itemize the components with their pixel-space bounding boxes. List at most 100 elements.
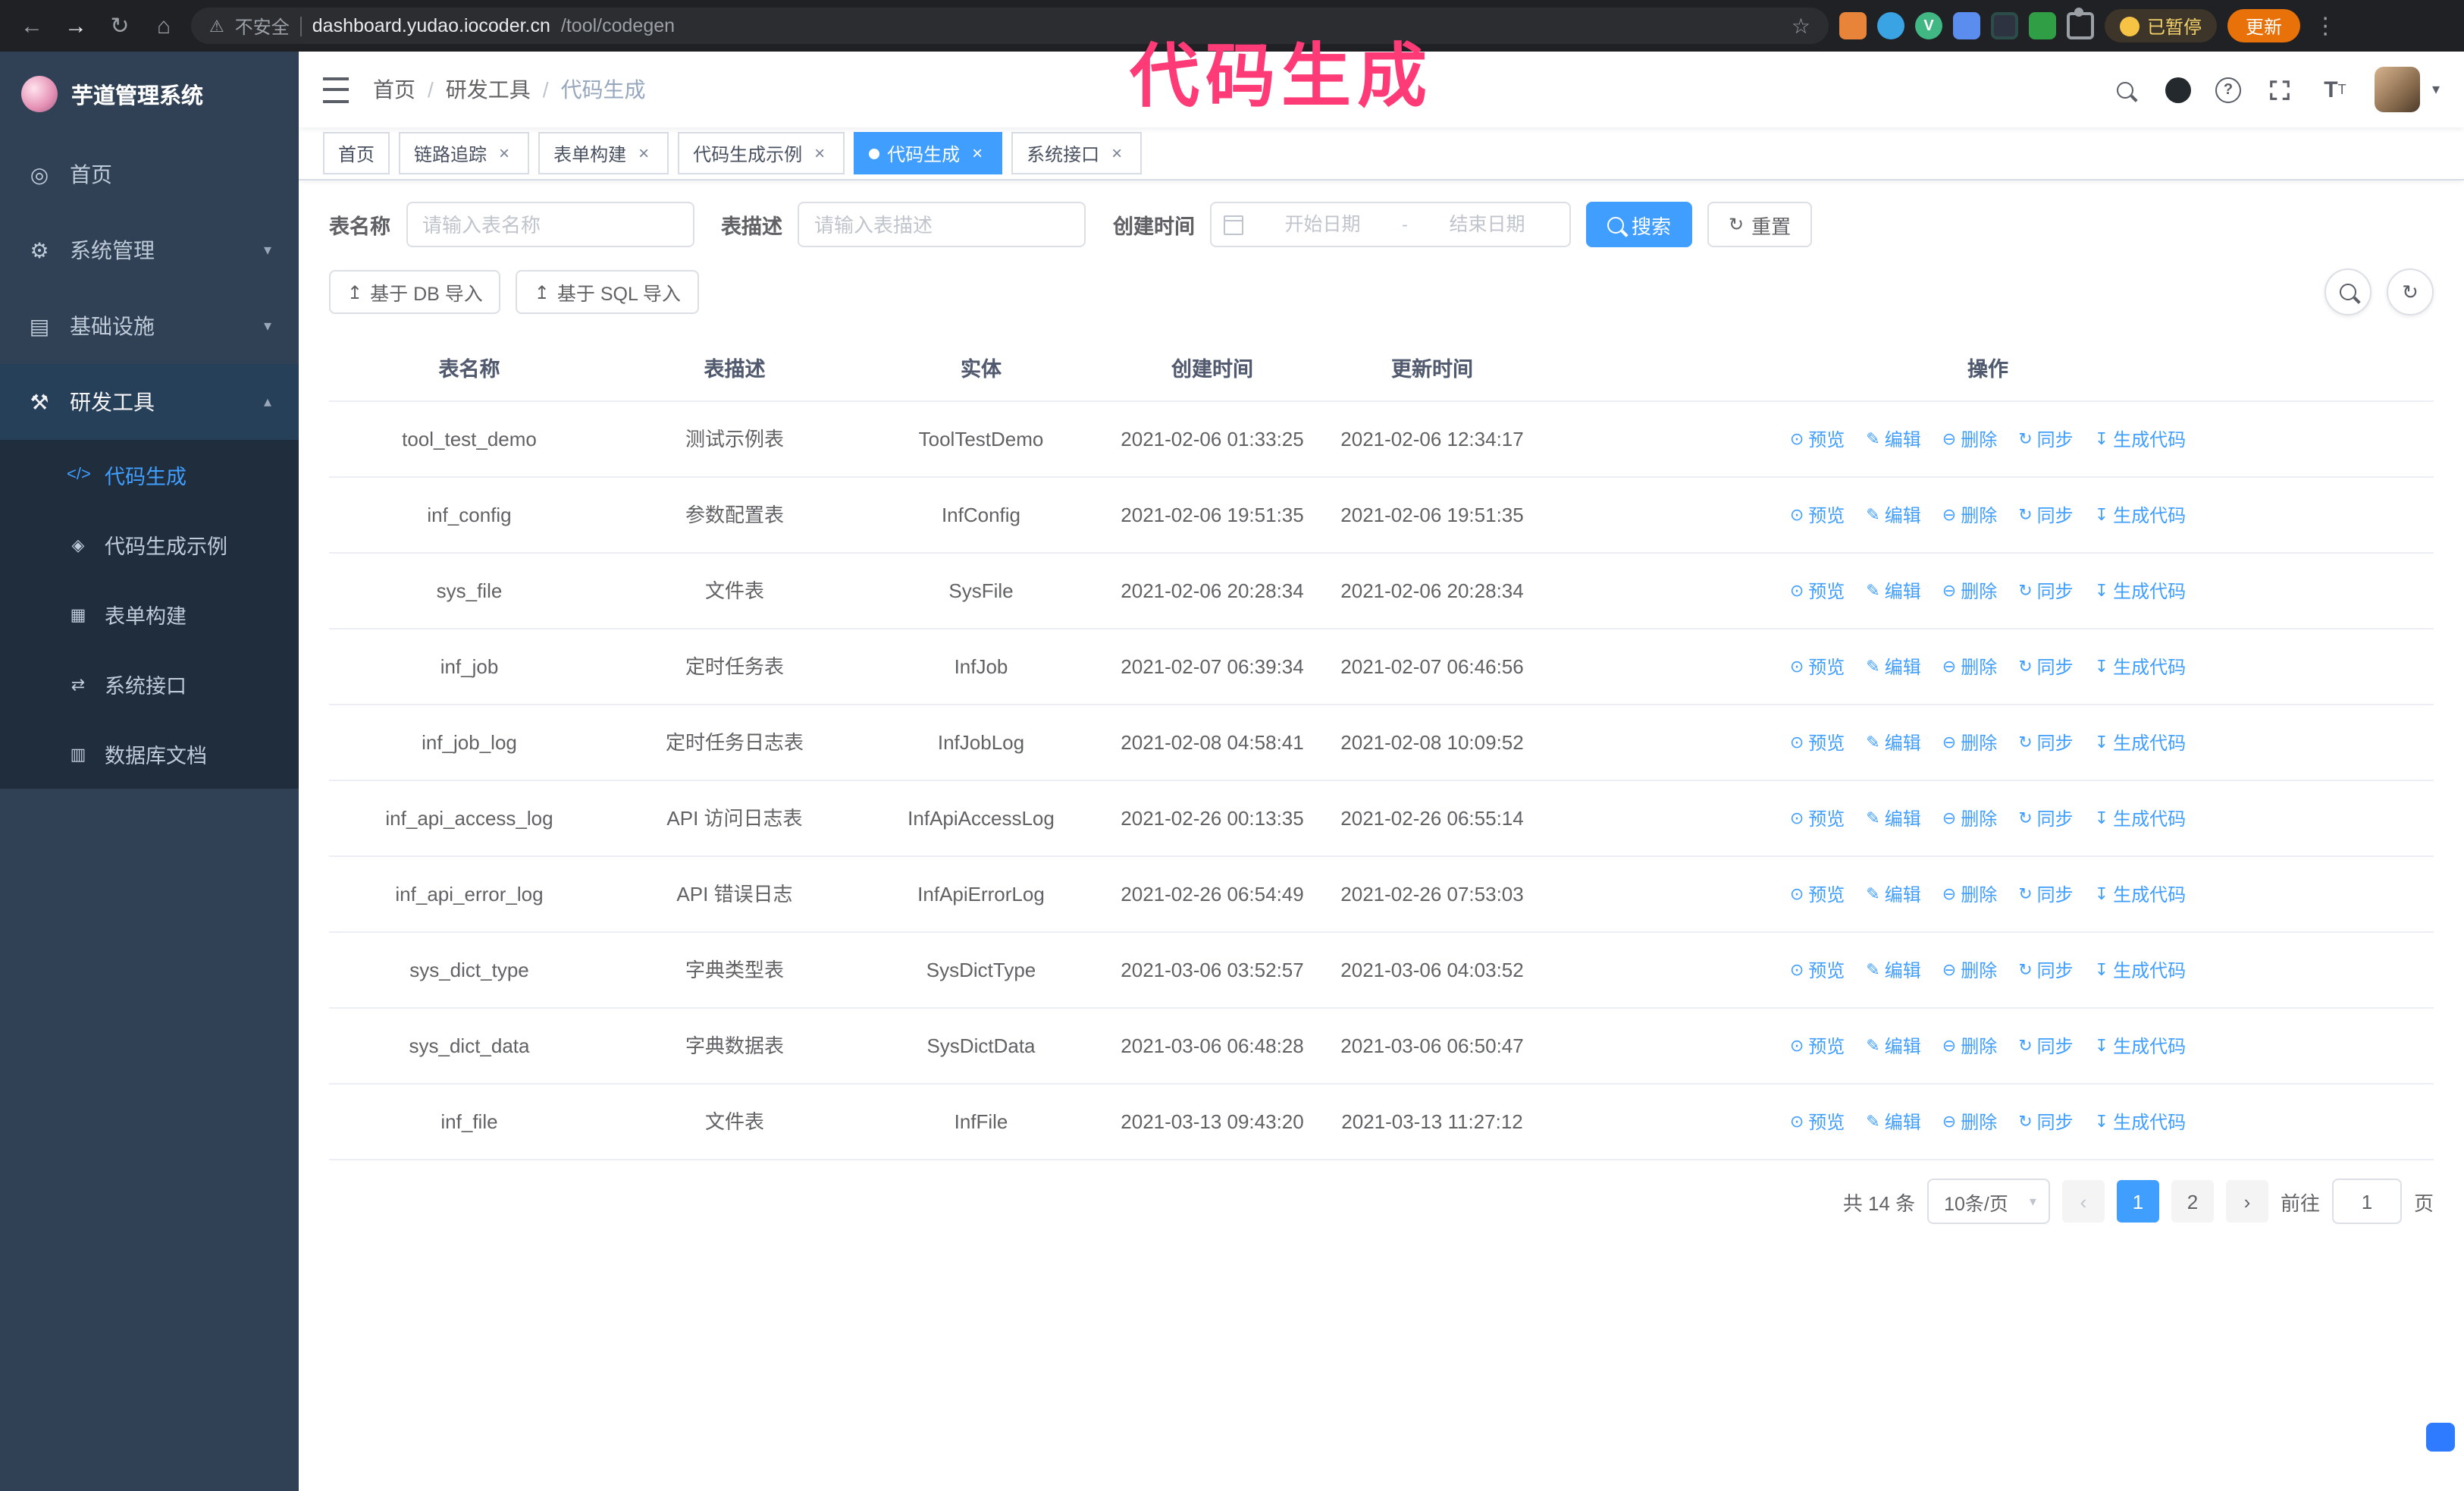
paused-badge[interactable]: 已暂停	[2105, 9, 2218, 42]
next-page-button[interactable]: ›	[2225, 1180, 2268, 1223]
security-label[interactable]: 不安全	[235, 13, 290, 39]
import-db-button[interactable]: ↥ 基于 DB 导入	[329, 270, 501, 314]
delete-action[interactable]: ⊖ 删除	[1942, 652, 1997, 683]
help-icon[interactable]: ?	[2215, 77, 2241, 102]
sync-action[interactable]: ↻ 同步	[2018, 501, 2073, 531]
table-name-input[interactable]	[406, 202, 694, 247]
fullscreen-icon[interactable]	[2265, 74, 2296, 105]
forward-icon[interactable]: →	[59, 9, 92, 42]
start-date-input[interactable]	[1252, 212, 1393, 237]
delete-action[interactable]: ⊖ 删除	[1942, 804, 1997, 834]
generate-code-action[interactable]: ↧ 生成代码	[2095, 804, 2186, 834]
goto-page-input[interactable]	[2331, 1179, 2402, 1224]
extension-icon-blue[interactable]	[1877, 12, 1904, 39]
sidebar-item-devtools[interactable]: ⚒ 研发工具 ▴	[0, 364, 299, 440]
close-icon[interactable]: ×	[634, 143, 654, 164]
hamburger-icon[interactable]	[323, 77, 349, 102]
edit-action[interactable]: ✎ 编辑	[1866, 576, 1920, 607]
close-icon[interactable]: ×	[967, 143, 987, 164]
fontsize-icon[interactable]: TT	[2320, 74, 2350, 105]
delete-action[interactable]: ⊖ 删除	[1942, 728, 1997, 758]
tab-home[interactable]: 首页	[323, 132, 390, 174]
edit-action[interactable]: ✎ 编辑	[1866, 652, 1920, 683]
reset-button[interactable]: ↻ 重置	[1707, 202, 1813, 247]
date-range-picker[interactable]: -	[1210, 202, 1571, 247]
sidebar-item-system[interactable]: ⚙ 系统管理 ▾	[0, 212, 299, 288]
extension-icon-people[interactable]	[1953, 12, 1980, 39]
sidebar-item-codegen[interactable]: </> 代码生成	[0, 440, 299, 510]
preview-action[interactable]: ⊙ 预览	[1790, 880, 1845, 910]
sync-action[interactable]: ↻ 同步	[2018, 804, 2073, 834]
delete-action[interactable]: ⊖ 删除	[1942, 425, 1997, 455]
extension-icon-green[interactable]	[2029, 12, 2056, 39]
preview-action[interactable]: ⊙ 预览	[1790, 501, 1845, 531]
preview-action[interactable]: ⊙ 预览	[1790, 804, 1845, 834]
edit-action[interactable]: ✎ 编辑	[1866, 880, 1920, 910]
tab-system-api[interactable]: 系统接口 ×	[1011, 132, 1143, 174]
generate-code-action[interactable]: ↧ 生成代码	[2095, 576, 2186, 607]
extension-icon-vue[interactable]: V	[1915, 12, 1942, 39]
tab-codegen-example[interactable]: 代码生成示例 ×	[678, 132, 845, 174]
sync-action[interactable]: ↻ 同步	[2018, 1107, 2073, 1138]
preview-action[interactable]: ⊙ 预览	[1790, 1031, 1845, 1062]
generate-code-action[interactable]: ↧ 生成代码	[2095, 501, 2186, 531]
delete-action[interactable]: ⊖ 删除	[1942, 956, 1997, 986]
update-button[interactable]: 更新	[2227, 9, 2301, 42]
menu-kebab-icon[interactable]: ⋮	[2311, 12, 2340, 39]
tab-codegen[interactable]: 代码生成 ×	[854, 132, 1003, 174]
refresh-table-button[interactable]: ↻	[2387, 268, 2434, 315]
table-desc-input[interactable]	[798, 202, 1086, 247]
preview-action[interactable]: ⊙ 预览	[1790, 1107, 1845, 1138]
page-size-select[interactable]: 10条/页 ▾	[1927, 1179, 2050, 1224]
generate-code-action[interactable]: ↧ 生成代码	[2095, 1107, 2186, 1138]
github-icon[interactable]	[2165, 77, 2191, 102]
page-button-1[interactable]: 1	[2116, 1180, 2159, 1223]
generate-code-action[interactable]: ↧ 生成代码	[2095, 1031, 2186, 1062]
sidebar-item-infra[interactable]: ▤ 基础设施 ▾	[0, 288, 299, 364]
generate-code-action[interactable]: ↧ 生成代码	[2095, 880, 2186, 910]
address-bar[interactable]: ⚠ 不安全 dashboard.yudao.iocoder.cn/tool/co…	[191, 8, 1829, 44]
sidebar-item-form-builder[interactable]: ▦ 表单构建	[0, 579, 299, 649]
edit-action[interactable]: ✎ 编辑	[1866, 728, 1920, 758]
search-button[interactable]: 搜索	[1586, 202, 1693, 247]
edit-action[interactable]: ✎ 编辑	[1866, 501, 1920, 531]
sync-action[interactable]: ↻ 同步	[2018, 1031, 2073, 1062]
delete-action[interactable]: ⊖ 删除	[1942, 501, 1997, 531]
delete-action[interactable]: ⊖ 删除	[1942, 1031, 1997, 1062]
sidebar-item-db-doc[interactable]: ▥ 数据库文档	[0, 719, 299, 789]
preview-action[interactable]: ⊙ 预览	[1790, 576, 1845, 607]
extensions-puzzle-icon[interactable]	[2067, 8, 2094, 39]
reload-icon[interactable]: ↻	[103, 9, 136, 42]
tab-tracing[interactable]: 链路追踪 ×	[399, 132, 530, 174]
close-icon[interactable]: ×	[1107, 143, 1127, 164]
page-button-2[interactable]: 2	[2171, 1180, 2214, 1223]
preview-action[interactable]: ⊙ 预览	[1790, 956, 1845, 986]
sync-action[interactable]: ↻ 同步	[2018, 576, 2073, 607]
sync-action[interactable]: ↻ 同步	[2018, 956, 2073, 986]
prev-page-button[interactable]: ‹	[2061, 1180, 2105, 1223]
extension-icon-orange[interactable]	[1839, 12, 1867, 39]
bookmark-star-icon[interactable]: ☆	[1792, 13, 1810, 39]
edit-action[interactable]: ✎ 编辑	[1866, 425, 1920, 455]
delete-action[interactable]: ⊖ 删除	[1942, 1107, 1997, 1138]
generate-code-action[interactable]: ↧ 生成代码	[2095, 728, 2186, 758]
sync-action[interactable]: ↻ 同步	[2018, 880, 2073, 910]
sidebar-item-system-api[interactable]: ⇄ 系统接口	[0, 649, 299, 719]
sync-action[interactable]: ↻ 同步	[2018, 652, 2073, 683]
import-sql-button[interactable]: ↥ 基于 SQL 导入	[516, 270, 699, 314]
back-icon[interactable]: ←	[15, 9, 49, 42]
float-widget[interactable]	[2426, 1423, 2455, 1452]
column-header-name[interactable]: 表名称	[329, 334, 610, 402]
toggle-search-button[interactable]	[2324, 268, 2372, 315]
preview-action[interactable]: ⊙ 预览	[1790, 652, 1845, 683]
edit-action[interactable]: ✎ 编辑	[1866, 1107, 1920, 1138]
avatar[interactable]	[2374, 67, 2420, 112]
sidebar-item-home[interactable]: ◎ 首页	[0, 137, 299, 212]
extension-icon-dark[interactable]	[1991, 12, 2018, 39]
column-header-updated[interactable]: 更新时间	[1322, 334, 1542, 402]
close-icon[interactable]: ×	[494, 143, 514, 164]
edit-action[interactable]: ✎ 编辑	[1866, 1031, 1920, 1062]
search-icon[interactable]	[2111, 74, 2141, 105]
edit-action[interactable]: ✎ 编辑	[1866, 956, 1920, 986]
breadcrumb-devtools[interactable]: 研发工具	[446, 74, 531, 105]
